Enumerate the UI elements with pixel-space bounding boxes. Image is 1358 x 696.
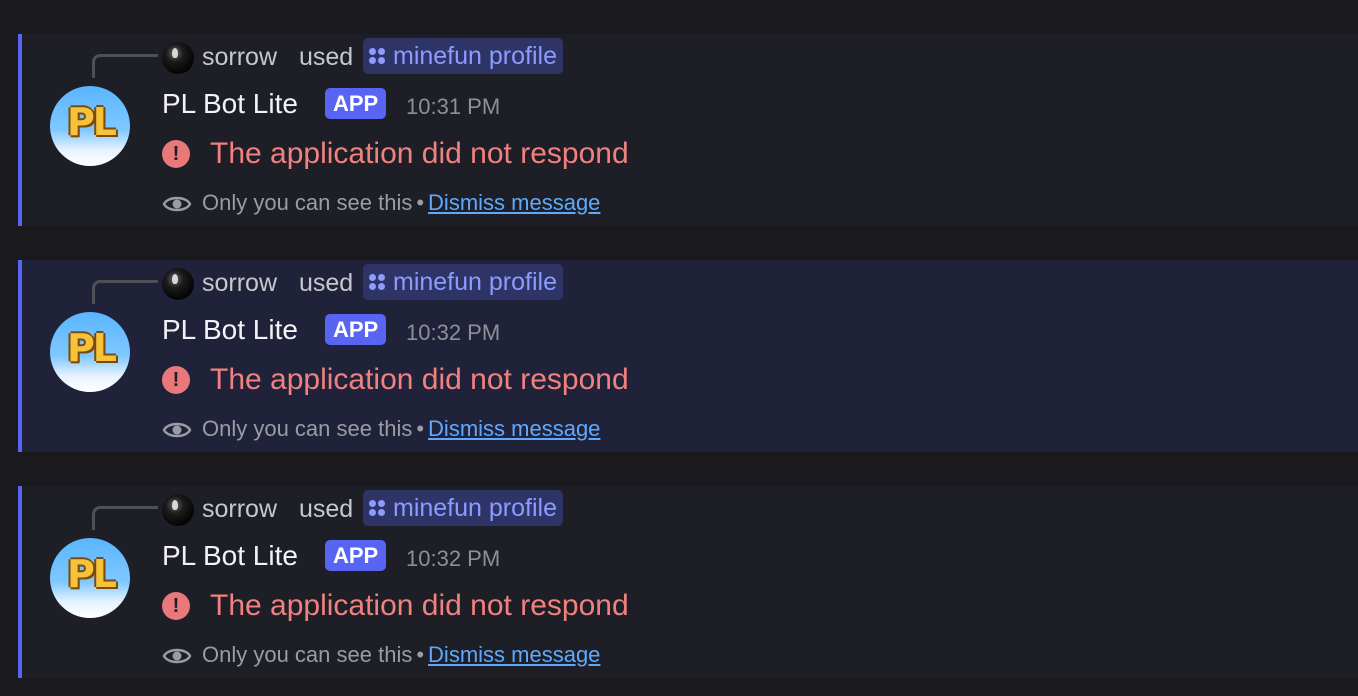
reply-connector bbox=[92, 506, 158, 530]
command-name: minefun profile bbox=[393, 494, 557, 522]
command-name: minefun profile bbox=[393, 42, 557, 70]
exclamation-circle-icon: ! bbox=[162, 366, 190, 394]
message-item[interactable]: sorrow used minefun profile PL PL Bot Li… bbox=[18, 486, 1358, 678]
user-avatar-icon[interactable] bbox=[162, 42, 194, 74]
reply-username[interactable]: sorrow bbox=[202, 40, 277, 74]
bot-username[interactable]: PL Bot Lite bbox=[162, 312, 298, 348]
reply-connector bbox=[92, 280, 158, 304]
slash-command-icon bbox=[369, 500, 387, 518]
app-badge: APP bbox=[325, 314, 387, 345]
app-badge: APP bbox=[325, 540, 387, 571]
bot-username[interactable]: PL Bot Lite bbox=[162, 86, 298, 122]
reply-username[interactable]: sorrow bbox=[202, 266, 277, 300]
timestamp: 10:31 PM bbox=[406, 94, 501, 119]
command-name: minefun profile bbox=[393, 268, 557, 296]
eye-icon bbox=[162, 648, 192, 664]
reply-used-label: used bbox=[299, 43, 354, 71]
exclamation-circle-icon: ! bbox=[162, 592, 190, 620]
dismiss-message-link[interactable]: Dismiss message bbox=[428, 190, 600, 215]
separator-dot: • bbox=[416, 416, 425, 441]
app-badge: APP bbox=[325, 88, 387, 119]
ephemeral-label: Only you can see this bbox=[202, 642, 413, 667]
exclamation-circle-icon: ! bbox=[162, 140, 190, 168]
reply-used-label: used bbox=[299, 495, 354, 523]
ephemeral-notice: Only you can see this • Dismiss message bbox=[202, 640, 600, 670]
bot-avatar[interactable]: PL bbox=[50, 538, 130, 618]
timestamp: 10:32 PM bbox=[406, 546, 501, 571]
reply-connector bbox=[92, 54, 158, 78]
command-mention[interactable]: minefun profile bbox=[363, 490, 563, 526]
avatar-logo-text: PL bbox=[66, 326, 117, 370]
reply-used-label: used bbox=[299, 269, 354, 297]
error-message: The application did not respond bbox=[210, 363, 629, 396]
dismiss-message-link[interactable]: Dismiss message bbox=[428, 416, 600, 441]
reply-username[interactable]: sorrow bbox=[202, 492, 277, 526]
bot-avatar[interactable]: PL bbox=[50, 312, 130, 392]
slash-command-icon bbox=[369, 48, 387, 66]
timestamp: 10:32 PM bbox=[406, 320, 501, 345]
command-mention[interactable]: minefun profile bbox=[363, 38, 563, 74]
eye-icon bbox=[162, 422, 192, 438]
eye-icon bbox=[162, 196, 192, 212]
chat-messages: sorrow used minefun profile PL PL Bot Li… bbox=[0, 0, 1358, 696]
user-avatar-icon[interactable] bbox=[162, 494, 194, 526]
command-mention[interactable]: minefun profile bbox=[363, 264, 563, 300]
avatar-logo-text: PL bbox=[66, 552, 117, 596]
error-message: The application did not respond bbox=[210, 589, 629, 622]
bot-avatar[interactable]: PL bbox=[50, 86, 130, 166]
slash-command-icon bbox=[369, 274, 387, 292]
error-message: The application did not respond bbox=[210, 137, 629, 170]
bot-username[interactable]: PL Bot Lite bbox=[162, 538, 298, 574]
ephemeral-label: Only you can see this bbox=[202, 416, 413, 441]
separator-dot: • bbox=[416, 642, 425, 667]
ephemeral-notice: Only you can see this • Dismiss message bbox=[202, 188, 600, 218]
dismiss-message-link[interactable]: Dismiss message bbox=[428, 642, 600, 667]
ephemeral-notice: Only you can see this • Dismiss message bbox=[202, 414, 600, 444]
user-avatar-icon[interactable] bbox=[162, 268, 194, 300]
separator-dot: • bbox=[416, 190, 425, 215]
message-item[interactable]: sorrow used minefun profile PL PL Bot Li… bbox=[18, 260, 1358, 452]
ephemeral-label: Only you can see this bbox=[202, 190, 413, 215]
avatar-logo-text: PL bbox=[66, 100, 117, 144]
message-item[interactable]: sorrow used minefun profile PL PL Bot Li… bbox=[18, 34, 1358, 226]
